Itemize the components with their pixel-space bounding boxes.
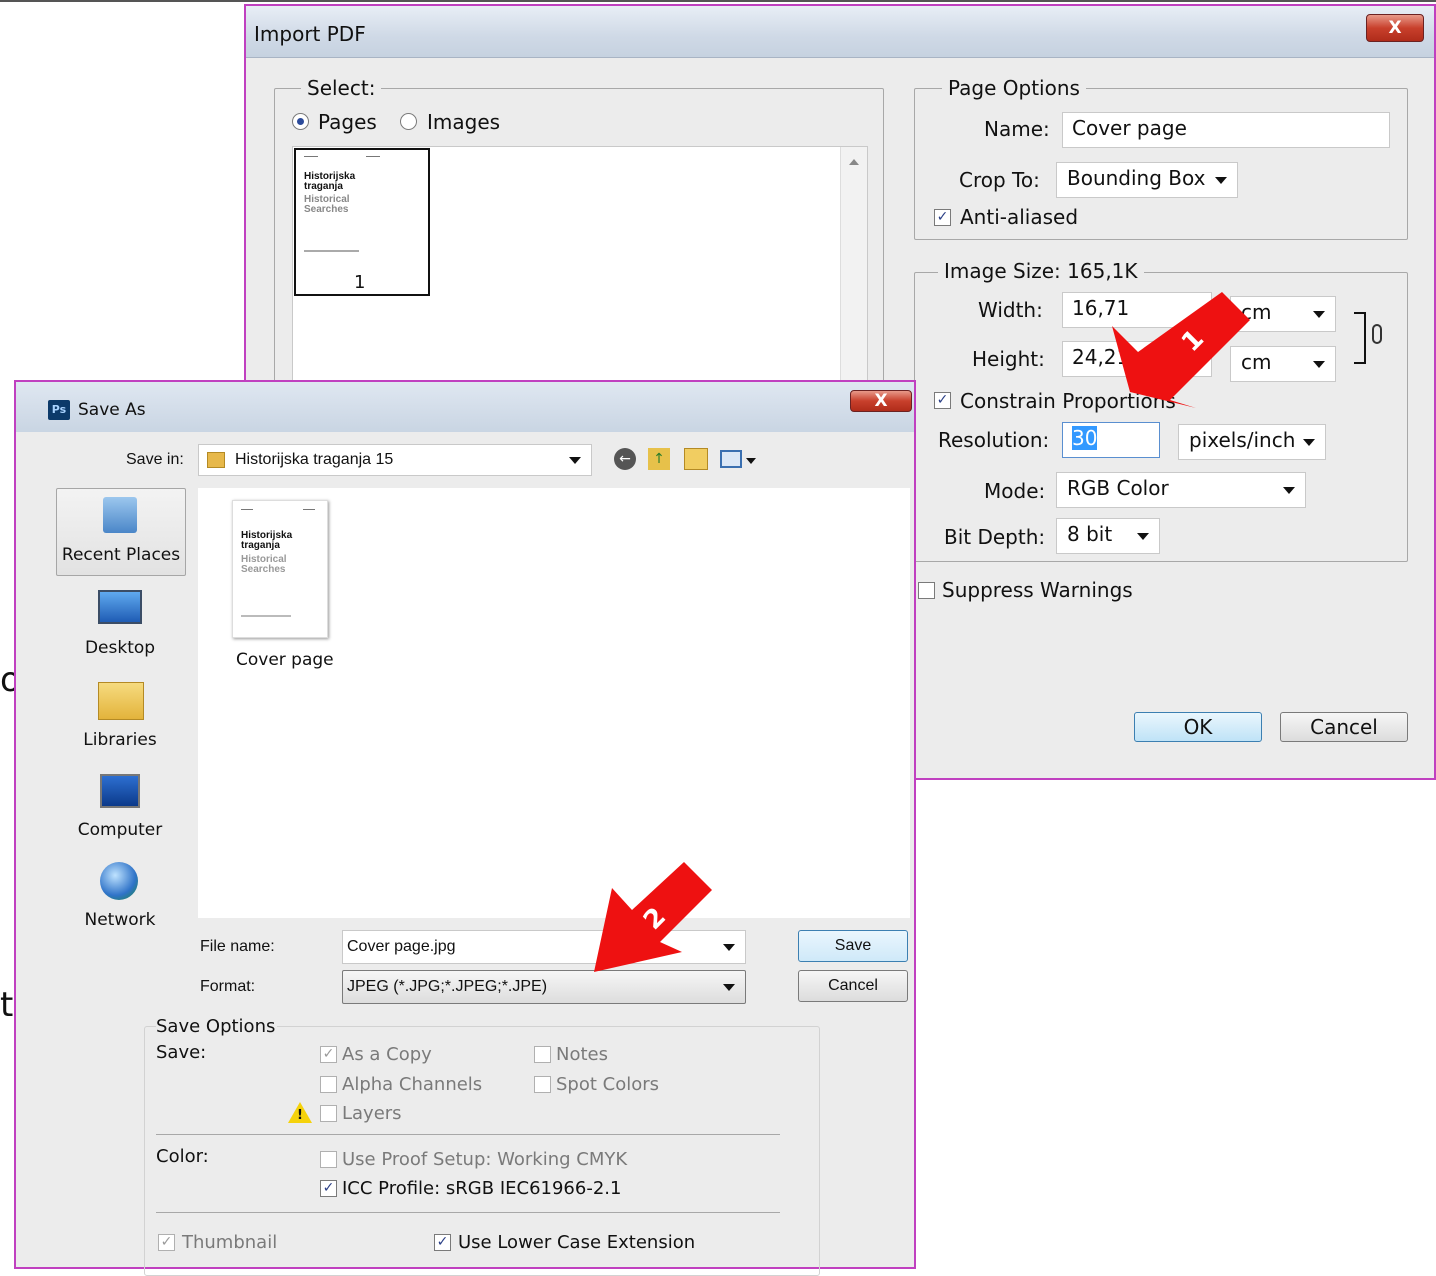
annotation-arrows <box>594 292 1250 972</box>
arrow-1 <box>1112 292 1250 408</box>
